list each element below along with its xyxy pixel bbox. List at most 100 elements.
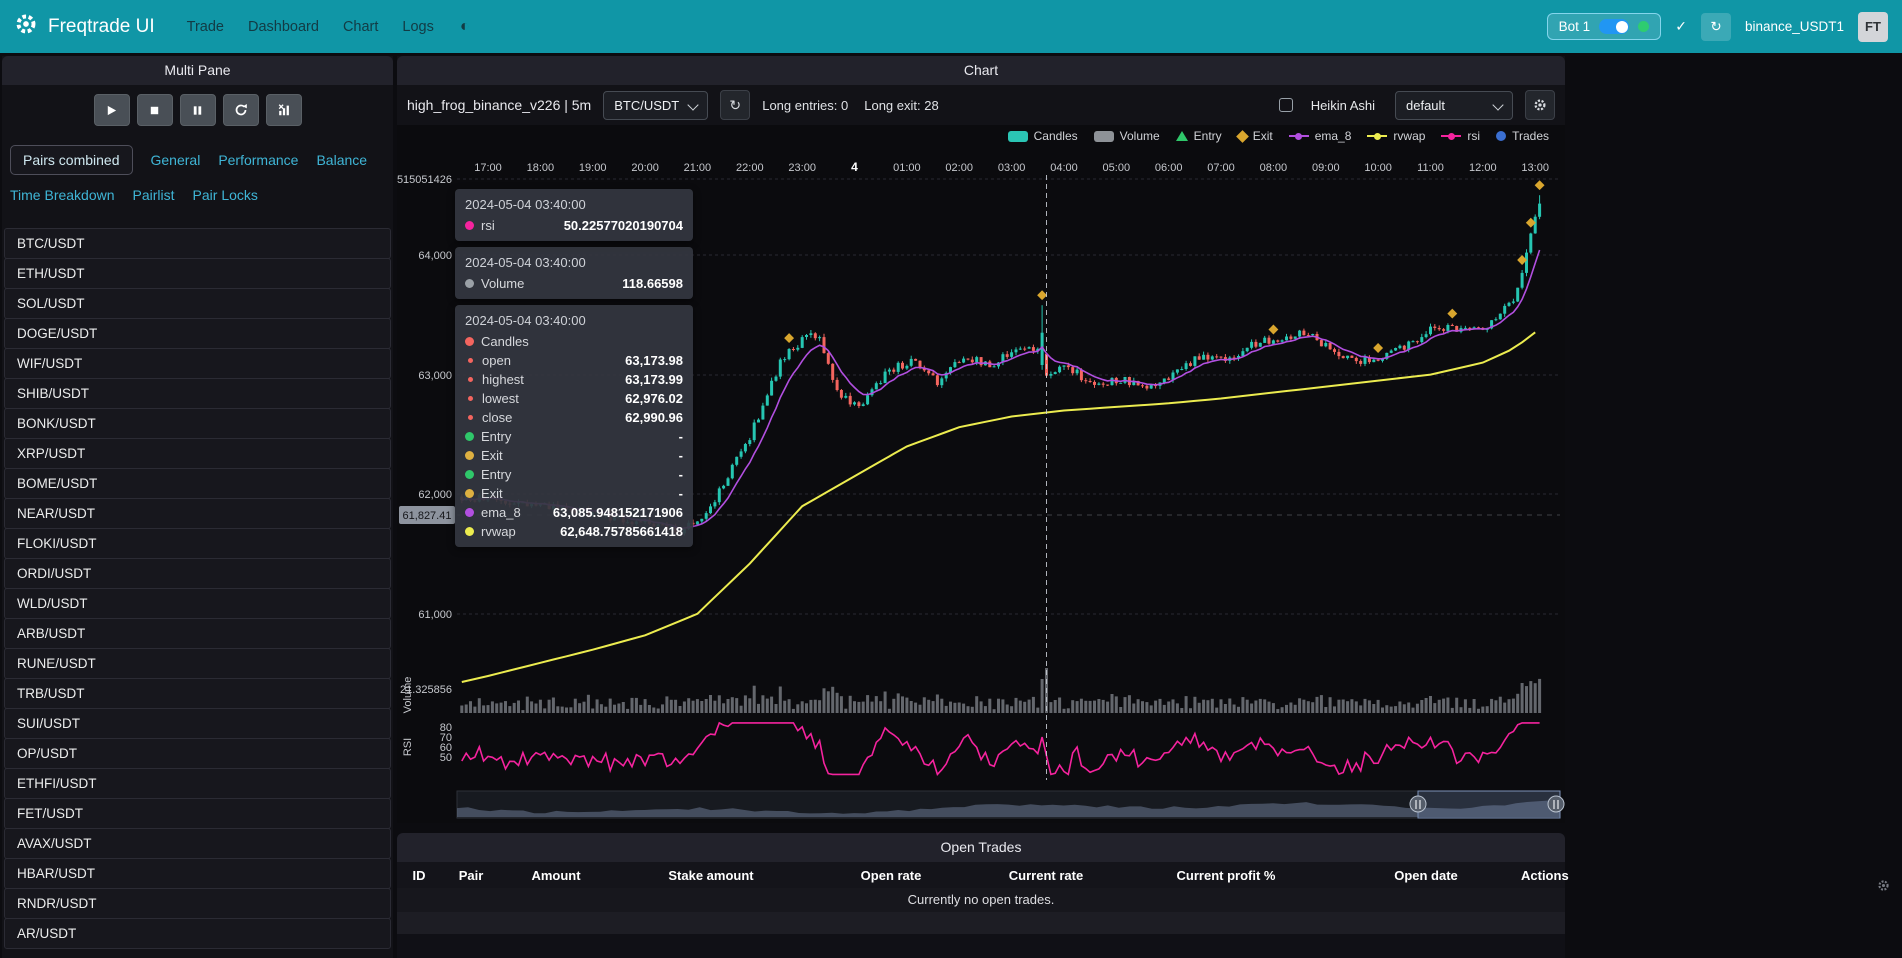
column-header-actions: Actions: [1521, 868, 1569, 883]
reload-config-button[interactable]: [223, 94, 259, 126]
column-header-open-date: Open date: [1331, 868, 1521, 883]
legend-item-ema-8[interactable]: ema_8: [1289, 129, 1352, 143]
pair-row-op-usdt[interactable]: OP/USDT: [4, 738, 391, 769]
stop-bot-button[interactable]: [137, 94, 173, 126]
pair-row-wif-usdt[interactable]: WIF/USDT: [4, 348, 391, 379]
pause-bot-button[interactable]: [180, 94, 216, 126]
bot-controls: [2, 85, 393, 135]
pair-row-ar-usdt[interactable]: AR/USDT: [4, 918, 391, 949]
pair-row-ordi-usdt[interactable]: ORDI/USDT: [4, 558, 391, 589]
nav-link-chart[interactable]: Chart: [343, 19, 378, 35]
pair-row-rune-usdt[interactable]: RUNE/USDT: [4, 648, 391, 679]
legend-item-entry[interactable]: Entry: [1176, 129, 1222, 143]
svg-text:01:00: 01:00: [893, 162, 921, 174]
svg-text:12:00: 12:00: [1469, 162, 1497, 174]
ema-8-dot-icon: [465, 508, 474, 517]
plot-config-select[interactable]: default: [1395, 91, 1513, 120]
legend-item-volume[interactable]: Volume: [1094, 129, 1160, 143]
legend-item-candles[interactable]: Candles: [1008, 129, 1078, 143]
legend-item-trades[interactable]: Trades: [1496, 129, 1549, 143]
datazoom-slider[interactable]: [457, 791, 1564, 818]
tab-performance[interactable]: Performance: [218, 152, 298, 168]
pair-row-wld-usdt[interactable]: WLD/USDT: [4, 588, 391, 619]
close-dot-icon: [468, 415, 473, 420]
datazoom-handle[interactable]: [1410, 796, 1426, 812]
tab-general[interactable]: General: [151, 152, 201, 168]
legend-label-volume: Volume: [1120, 129, 1160, 143]
bot-selector[interactable]: Bot 1: [1547, 13, 1662, 40]
tooltip-timestamp: 2024-05-04 03:40:00: [465, 255, 683, 270]
rvwap-dot-icon: [465, 527, 474, 536]
candlestick-chart[interactable]: Candles Volume Entry Exit ema_8 rvwap rsi Trade…: [397, 125, 1565, 823]
tooltip-value: -: [679, 429, 683, 444]
pair-row-fet-usdt[interactable]: FET/USDT: [4, 798, 391, 829]
pair-row-shib-usdt[interactable]: SHIB/USDT: [4, 378, 391, 409]
pair-row-avax-usdt[interactable]: AVAX/USDT: [4, 828, 391, 859]
tab-balance[interactable]: Balance: [316, 152, 367, 168]
tooltip-value: 63,173.99: [625, 372, 683, 387]
pair-row-rndr-usdt[interactable]: RNDR/USDT: [4, 888, 391, 919]
bot-name: Bot 1: [1559, 19, 1591, 34]
pair-row-trb-usdt[interactable]: TRB/USDT: [4, 678, 391, 709]
pair-row-floki-usdt[interactable]: FLOKI/USDT: [4, 528, 391, 559]
chart-refresh-button[interactable]: ↻: [720, 90, 750, 120]
pair-row-ethfi-usdt[interactable]: ETHFI/USDT: [4, 768, 391, 799]
svg-text:61,827.41: 61,827.41: [403, 510, 452, 522]
pair-row-bome-usdt[interactable]: BOME/USDT: [4, 468, 391, 499]
pair-row-doge-usdt[interactable]: DOGE/USDT: [4, 318, 391, 349]
pair-row-eth-usdt[interactable]: ETH/USDT: [4, 258, 391, 289]
layout-settings-icon[interactable]: [1877, 879, 1890, 897]
open-trades-column-headers: IDPairAmountStake amountOpen rateCurrent…: [397, 862, 1565, 888]
tooltip-value: -: [679, 448, 683, 463]
tab-pairs-combined[interactable]: Pairs combined: [10, 145, 133, 175]
datazoom-handle[interactable]: [1548, 796, 1564, 812]
chart-header: Chart: [397, 56, 1565, 85]
pair-row-btc-usdt[interactable]: BTC/USDT: [4, 228, 391, 259]
tooltip-timestamp: 2024-05-04 03:40:00: [465, 197, 683, 212]
theme-toggle-icon[interactable]: ◐: [460, 18, 470, 36]
nav-link-trade[interactable]: Trade: [187, 19, 224, 35]
open-trades-empty-row: [397, 912, 1565, 934]
tooltip-row-volume: Volume118.66598: [465, 276, 683, 291]
tooltip-label: rsi: [481, 218, 495, 233]
tab-pairlist[interactable]: Pairlist: [133, 187, 175, 203]
entry-triangle-icon: [1176, 131, 1188, 141]
nav-link-logs[interactable]: Logs: [402, 19, 433, 35]
tooltip-label: highest: [482, 372, 524, 387]
chart-tooltip: 2024-05-04 03:40:00 rsi50.22577020190704 2…: [455, 189, 693, 547]
avatar[interactable]: FT: [1858, 12, 1888, 42]
legend-item-exit[interactable]: Exit: [1238, 129, 1273, 143]
pair-row-hbar-usdt[interactable]: HBAR/USDT: [4, 858, 391, 889]
svg-text:63,000: 63,000: [418, 370, 452, 382]
pair-row-xrp-usdt[interactable]: XRP/USDT: [4, 438, 391, 469]
heikin-ashi-checkbox[interactable]: [1279, 98, 1293, 112]
cancel-open-order-button[interactable]: [266, 94, 302, 126]
tooltip-label: Exit: [481, 448, 503, 463]
pair-row-arb-usdt[interactable]: ARB/USDT: [4, 618, 391, 649]
svg-text:13:00: 13:00: [1521, 162, 1549, 174]
tooltip-label: open: [482, 353, 511, 368]
legend-item-rsi[interactable]: rsi: [1441, 129, 1480, 143]
pair-row-bonk-usdt[interactable]: BONK/USDT: [4, 408, 391, 439]
open-trades-empty-message: Currently no open trades.: [397, 888, 1565, 912]
plot-settings-gear-icon[interactable]: [1525, 90, 1555, 120]
tab-pair-locks[interactable]: Pair Locks: [193, 187, 258, 203]
tab-time-breakdown[interactable]: Time Breakdown: [10, 187, 115, 203]
pair-row-near-usdt[interactable]: NEAR/USDT: [4, 498, 391, 529]
tooltip-label: Entry: [481, 429, 511, 444]
legend-label-ema-8: ema_8: [1315, 129, 1352, 143]
tooltip-row-rsi: rsi50.22577020190704: [465, 218, 683, 233]
start-bot-button[interactable]: [94, 94, 130, 126]
heikin-ashi-label: Heikin Ashi: [1311, 98, 1375, 113]
svg-text:09:00: 09:00: [1312, 162, 1340, 174]
refresh-button[interactable]: ↻: [1701, 13, 1731, 41]
nav-link-dashboard[interactable]: Dashboard: [248, 19, 319, 35]
pair-row-sol-usdt[interactable]: SOL/USDT: [4, 288, 391, 319]
multi-pane-header: Multi Pane: [2, 56, 393, 85]
bot-toggle[interactable]: [1599, 19, 1629, 34]
check-icon: ✓: [1675, 18, 1687, 35]
pair-row-sui-usdt[interactable]: SUI/USDT: [4, 708, 391, 739]
pair-select[interactable]: BTC/USDT: [603, 91, 708, 120]
legend-item-rvwap[interactable]: rvwap: [1367, 129, 1425, 143]
time-axis: 17:0018:0019:0020:0021:0022:0023:00401:0…: [474, 160, 1549, 174]
